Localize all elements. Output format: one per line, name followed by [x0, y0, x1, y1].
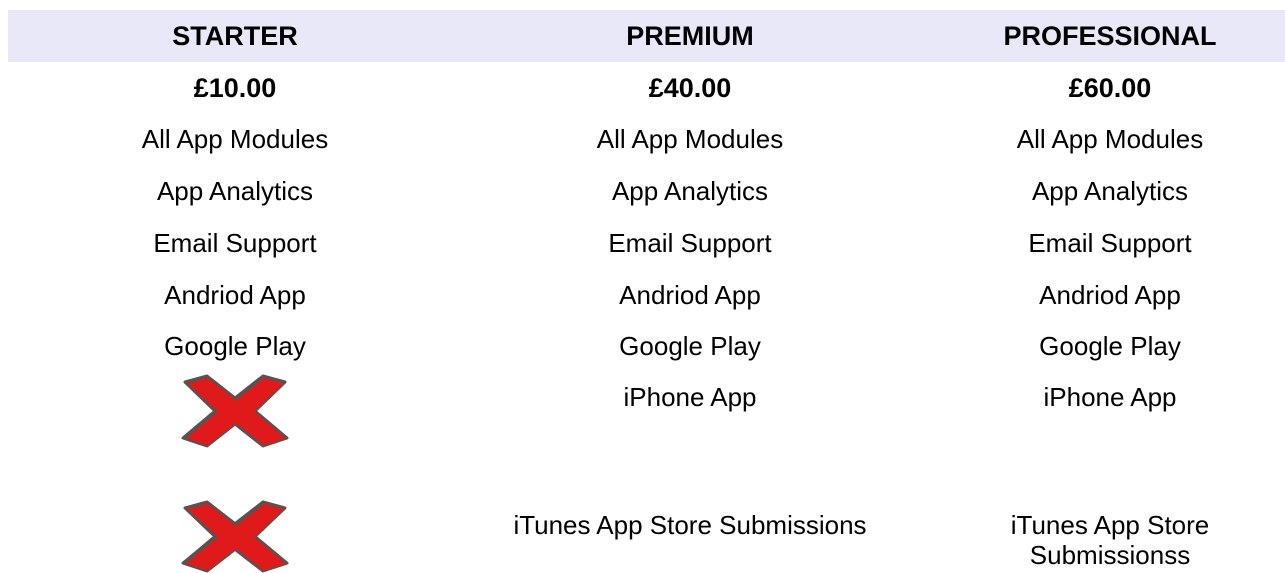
feature-email-support: Email Support: [153, 228, 317, 258]
feature-android-app: Andriod App: [164, 280, 306, 310]
itunes-line-2: Submissionss: [1029, 540, 1191, 570]
feature-app-analytics: App Analytics: [156, 176, 314, 206]
feature-all-app-modules: All App Modules: [596, 124, 784, 154]
plan-name: STARTER: [172, 21, 298, 51]
not-included-icon: [177, 500, 293, 573]
feature-google-play: Google Play: [1039, 331, 1181, 361]
not-included-icon: [177, 374, 293, 448]
feature-all-app-modules: All App Modules: [1016, 124, 1204, 154]
feature-email-support: Email Support: [1028, 228, 1192, 258]
feature-iphone-app: iPhone App: [623, 382, 757, 412]
feature-iphone-app: iPhone App: [1043, 382, 1177, 412]
feature-android-app: Andriod App: [1039, 280, 1181, 310]
feature-itunes-submissions: iTunes App Store Submissions: [513, 510, 867, 540]
plan-name: PREMIUM: [626, 21, 754, 51]
feature-google-play: Google Play: [164, 331, 306, 361]
feature-app-analytics: App Analytics: [1031, 176, 1189, 206]
feature-app-analytics: App Analytics: [611, 176, 769, 206]
plan-price: £60.00: [1068, 73, 1152, 103]
feature-android-app: Andriod App: [619, 280, 761, 310]
plan-price: £40.00: [648, 73, 732, 103]
plan-price: £10.00: [193, 73, 277, 103]
pricing-table: STARTER £10.00 All App Modules App Analy…: [0, 0, 1285, 573]
feature-email-support: Email Support: [608, 228, 772, 258]
feature-all-app-modules: All App Modules: [141, 124, 329, 154]
feature-google-play: Google Play: [619, 331, 761, 361]
itunes-line-1: iTunes App Store: [1010, 510, 1210, 540]
plan-name: PROFESSIONAL: [1003, 21, 1217, 51]
feature-itunes-submissions: iTunes App Store Submissionss: [950, 510, 1270, 570]
